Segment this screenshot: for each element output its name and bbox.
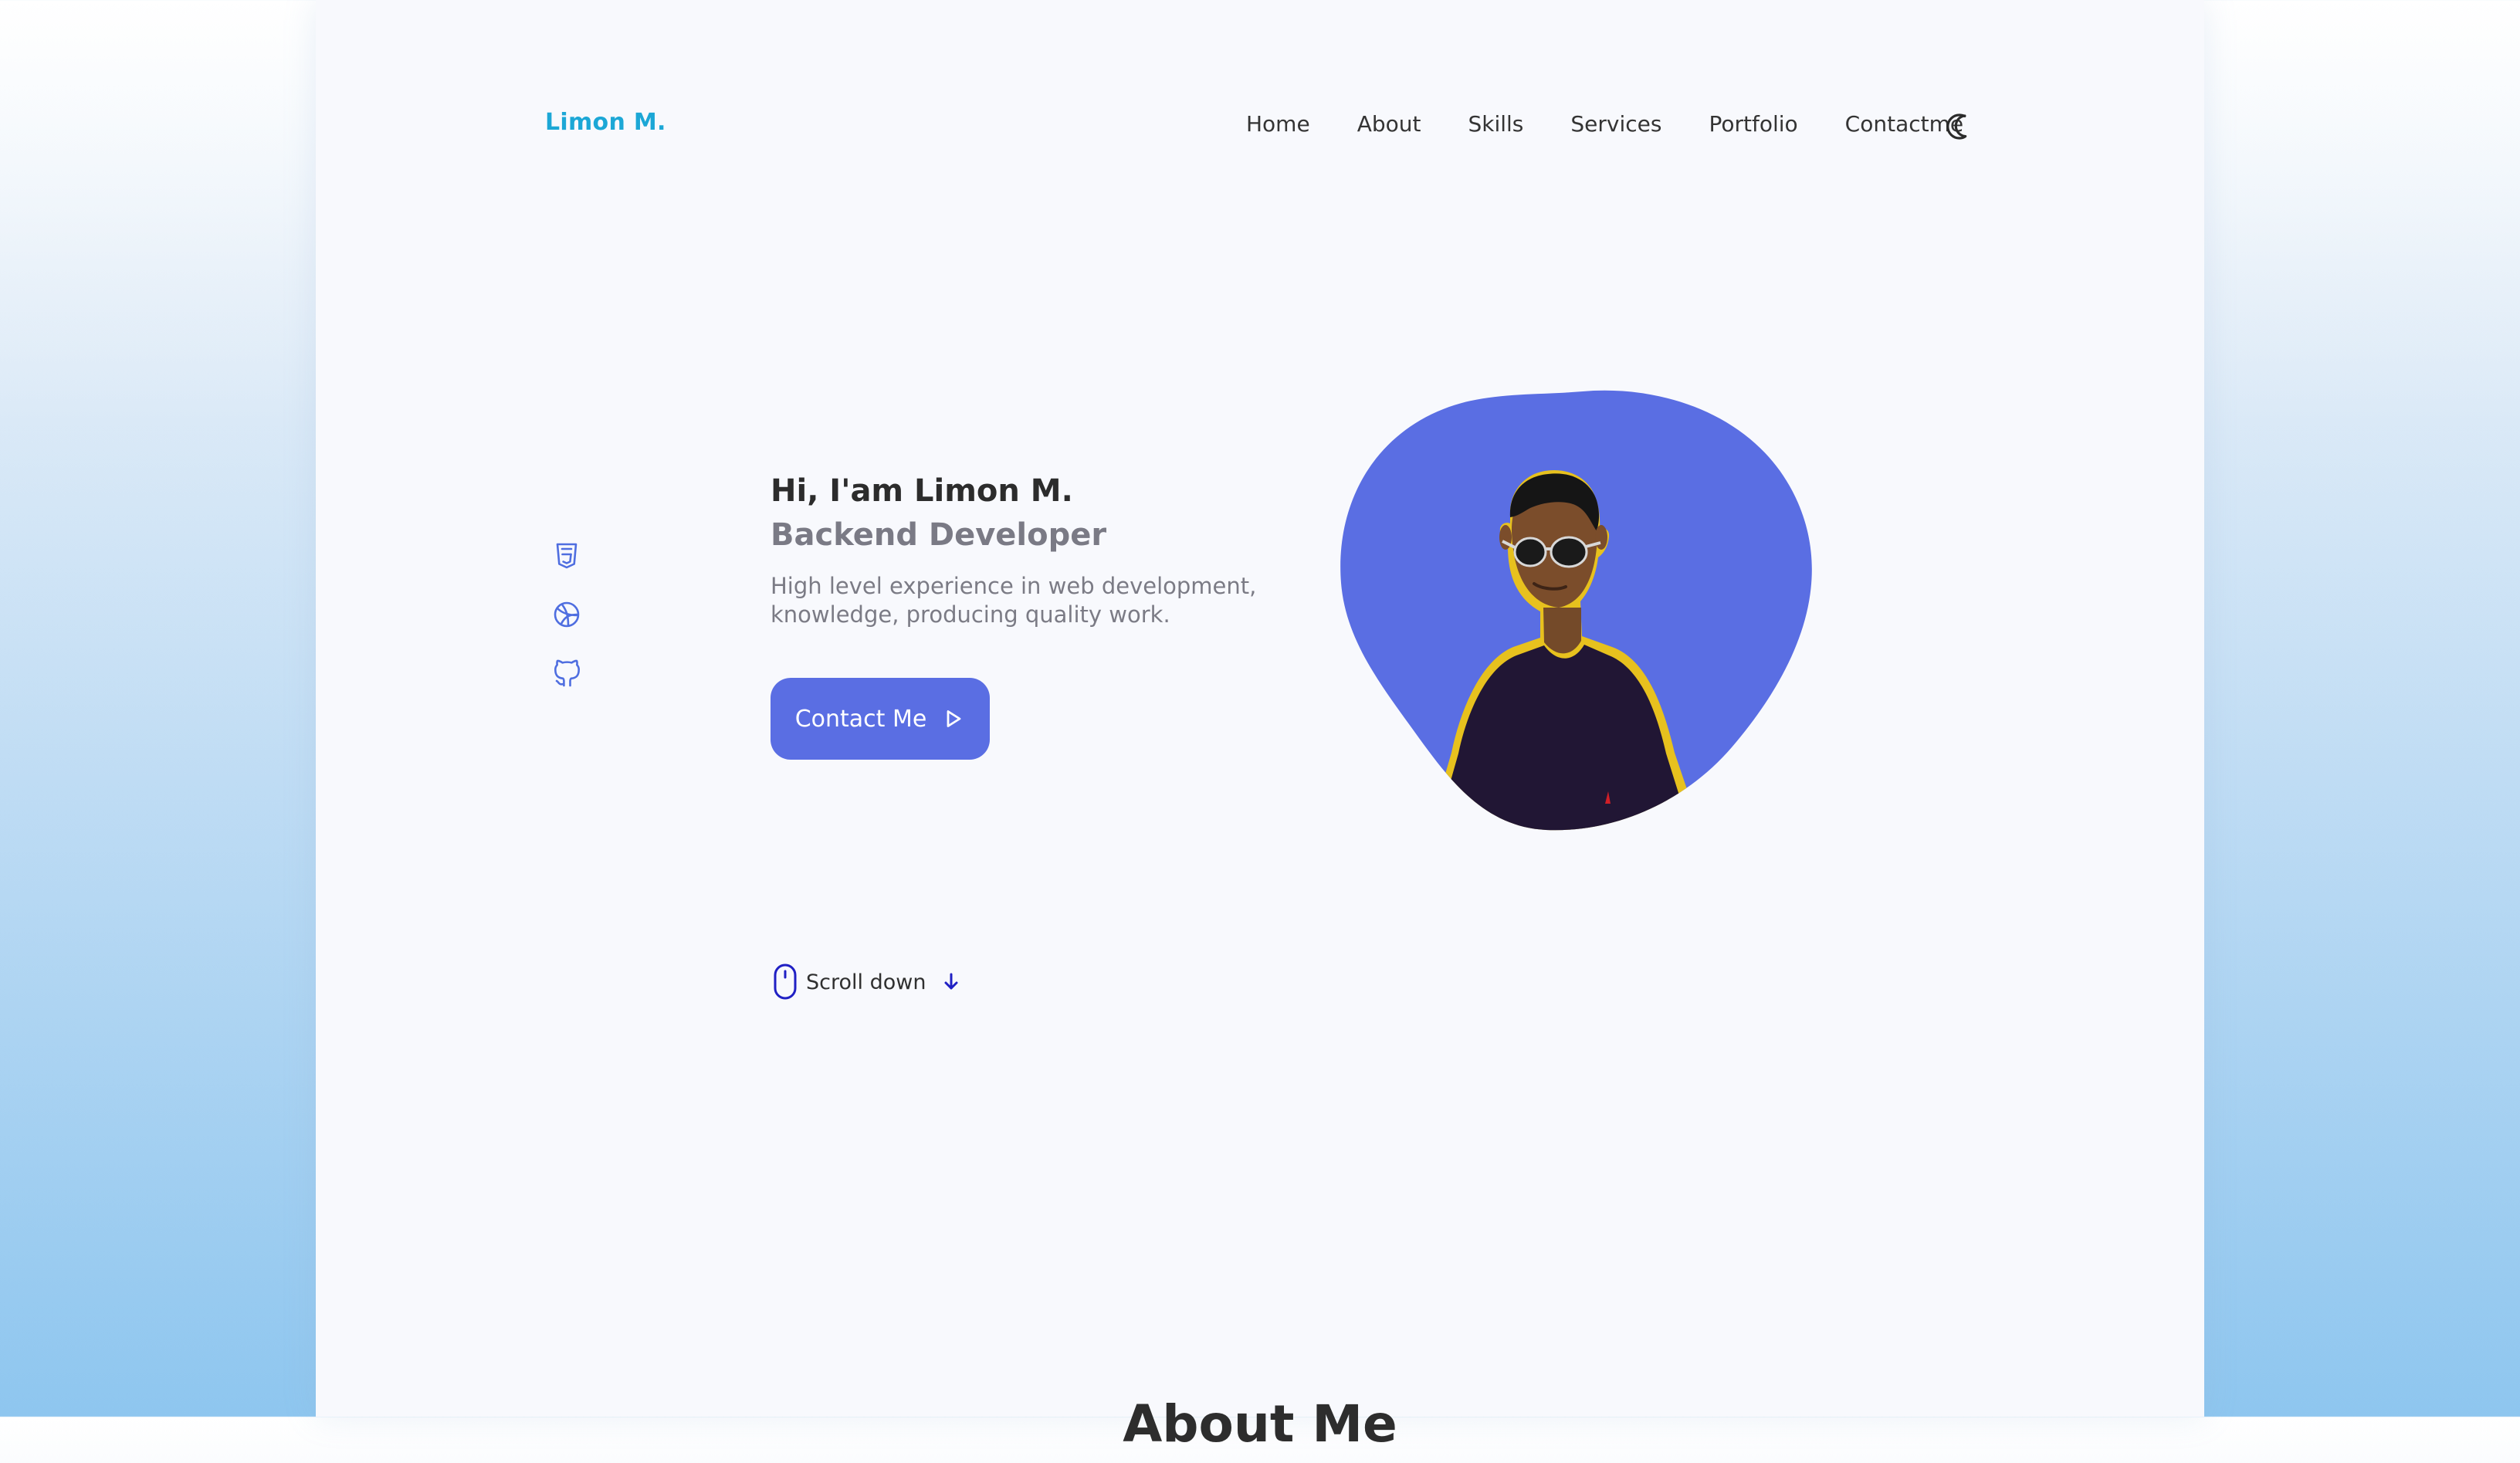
moon-icon[interactable] [1942,109,1975,141]
hero-text: Hi, I'am Limon M. Backend Developer High… [771,467,1311,652]
right-ear [1595,525,1607,550]
github-icon[interactable] [551,658,582,689]
nav-portfolio[interactable]: Portfolio [1709,109,1797,140]
play-icon [947,710,961,727]
site-logo[interactable]: Limon M. [545,109,666,136]
social-links [551,540,582,716]
right-side-glow [2196,0,2520,1417]
contact-me-button-label: Contact Me [794,705,927,733]
contact-me-button[interactable]: Contact Me [771,678,990,760]
nav-about[interactable]: About [1357,109,1421,140]
html5-icon[interactable] [551,540,582,571]
left-side-glow [0,0,324,1417]
nav-skills[interactable]: Skills [1468,109,1523,140]
neck [1543,608,1581,654]
nav-home[interactable]: Home [1246,109,1310,140]
arrow-down-icon [944,973,958,990]
main-navigation: Home About Skills Services Portfolio Con… [1246,109,1963,140]
profile-image [1340,390,1812,831]
dribbble-icon[interactable] [551,599,582,630]
mouse-icon [774,963,797,1000]
portfolio-page: Limon M. Home About Skills Services Port… [316,0,2204,1454]
hero-description: High level experience in web development… [771,573,1257,628]
hero-heading: Hi, I'am Limon M. [771,473,1073,509]
scroll-down-label: Scroll down [806,970,926,994]
nav-services[interactable]: Services [1570,109,1661,140]
scroll-down-link[interactable]: Scroll down [772,963,963,1001]
hero-subheading: Backend Developer [771,517,1107,553]
about-section-title: About Me [1123,1394,1397,1454]
